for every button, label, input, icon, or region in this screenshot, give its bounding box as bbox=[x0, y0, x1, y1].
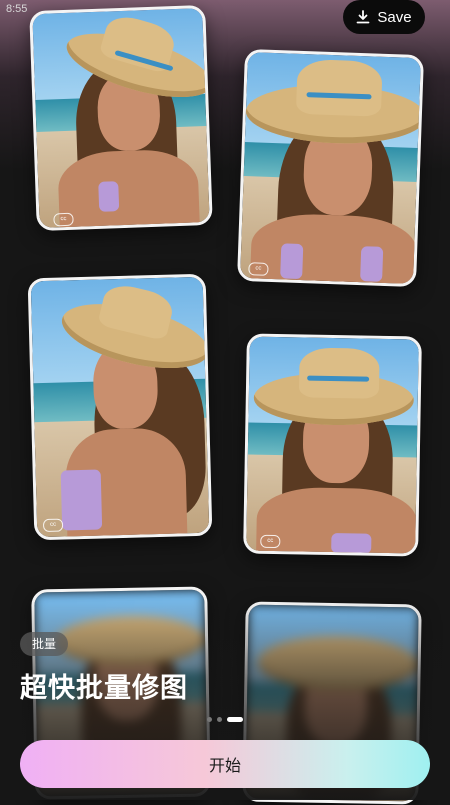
page-dot bbox=[207, 717, 212, 722]
photo-card-2[interactable]: cc bbox=[237, 48, 424, 288]
photo-card-4[interactable]: cc bbox=[243, 333, 422, 557]
page-indicator bbox=[207, 717, 243, 722]
cc-badge-icon: cc bbox=[248, 262, 269, 276]
photo-card-3[interactable]: cc bbox=[27, 273, 213, 541]
beach-over-shoulder-photo bbox=[30, 276, 213, 541]
save-label: Save bbox=[377, 8, 412, 26]
cc-badge-icon: cc bbox=[42, 518, 64, 533]
beach-laughing-photo bbox=[240, 52, 424, 288]
beach-holding-hat-photo bbox=[246, 336, 419, 557]
page-dot-active bbox=[227, 717, 243, 722]
status-time: 8:55 bbox=[6, 3, 28, 15]
save-button[interactable]: Save bbox=[343, 0, 425, 34]
cc-badge-icon: cc bbox=[53, 212, 74, 227]
page-dot bbox=[217, 717, 222, 722]
beach-selfie-photo bbox=[32, 8, 213, 232]
download-icon bbox=[356, 10, 370, 24]
cc-badge-icon: cc bbox=[260, 534, 281, 549]
start-button[interactable]: 开始 bbox=[20, 740, 430, 788]
feature-tag: 批量 bbox=[20, 632, 69, 656]
photo-card-1[interactable]: cc bbox=[29, 4, 213, 232]
feature-headline: 超快批量修图 bbox=[20, 673, 188, 704]
